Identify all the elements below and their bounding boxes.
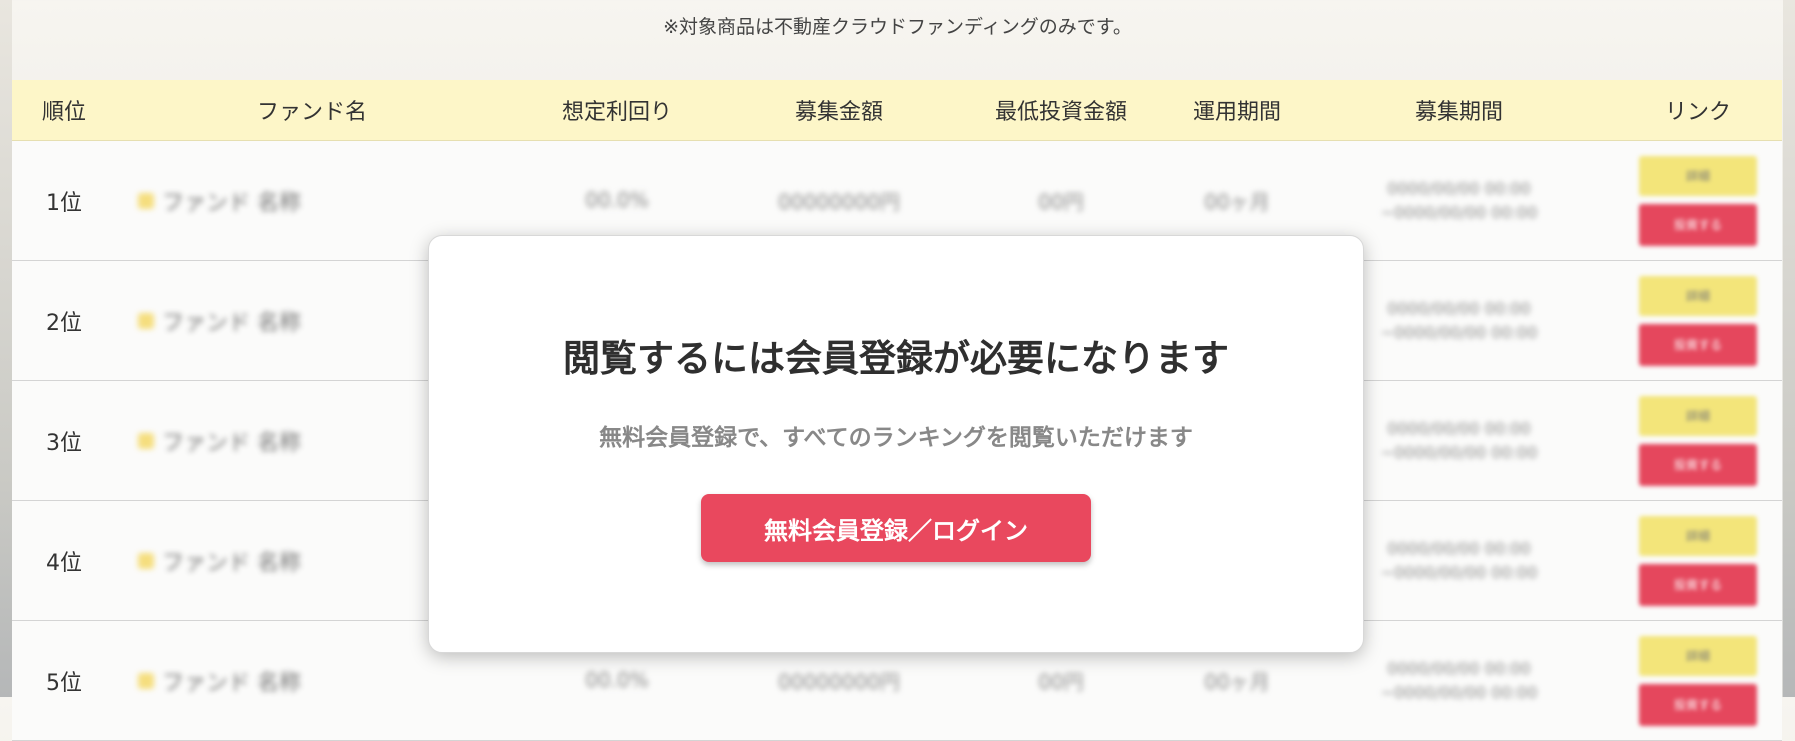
invest-button[interactable]: 投資する [1639, 443, 1757, 486]
min-investment-cell: 00円 [1038, 670, 1084, 694]
detail-button[interactable]: 詳細 [1639, 395, 1757, 436]
registration-modal: 閲覧するには会員登録が必要になります 無料会員登録で、すべてのランキングを閲覧い… [428, 235, 1364, 653]
invest-button[interactable]: 投資する [1639, 563, 1757, 606]
header-rank: 順位 [41, 100, 86, 125]
fund-name-cell[interactable]: ファンド 名称 [116, 665, 508, 697]
header-amount: 募集金額 [794, 100, 883, 125]
rank-cell: 2位 [46, 310, 82, 336]
invest-button[interactable]: 投資する [1639, 203, 1757, 246]
yield-cell: 00.0% [585, 188, 649, 212]
table-header: 順位 ファンド名 想定利回り 募集金額 最低投資金額 運用期間 募集期間 リンク [12, 80, 1782, 141]
link-cell: 詳細 投資する [1614, 155, 1782, 246]
fund-icon [138, 552, 154, 569]
header-recruit-period: 募集期間 [1414, 100, 1503, 125]
link-cell: 詳細 投資する [1614, 275, 1782, 366]
fund-name-cell[interactable]: ファンド 名称 [116, 185, 508, 217]
invest-button[interactable]: 投資する [1639, 323, 1757, 366]
fund-icon [138, 192, 154, 209]
amount-cell: 00000000円 [778, 190, 900, 214]
fund-name[interactable]: ファンド 名称 [162, 665, 301, 697]
fund-icon [138, 672, 154, 689]
yield-cell: 00.0% [585, 668, 649, 692]
fund-icon [138, 312, 154, 329]
register-login-button[interactable]: 無料会員登録／ログイン [701, 494, 1091, 562]
link-cell: 詳細 投資する [1614, 395, 1782, 486]
detail-button[interactable]: 詳細 [1639, 155, 1757, 196]
detail-button[interactable]: 詳細 [1639, 275, 1757, 316]
rank-cell: 5位 [46, 670, 82, 696]
min-investment-cell: 00円 [1038, 190, 1084, 214]
period-cell: 00ヶ月 [1204, 670, 1270, 694]
header-min-investment: 最低投資金額 [994, 100, 1127, 125]
background-right [1783, 0, 1795, 697]
fund-icon [138, 432, 154, 449]
fund-name[interactable]: ファンド 名称 [162, 305, 301, 337]
modal-title: 閲覧するには会員登録が必要になります [563, 337, 1229, 380]
recruit-period-cell: 0000/00/00 00:00 ~0000/00/00 00:00 [1380, 658, 1538, 702]
rank-cell: 4位 [46, 550, 82, 576]
invest-button[interactable]: 投資する [1639, 683, 1757, 726]
link-cell: 詳細 投資する [1614, 515, 1782, 606]
detail-button[interactable]: 詳細 [1639, 635, 1757, 676]
period-cell: 00ヶ月 [1204, 190, 1270, 214]
header-link: リンク [1664, 100, 1731, 125]
rank-cell: 3位 [46, 430, 82, 456]
fund-name[interactable]: ファンド 名称 [162, 545, 301, 577]
rank-cell: 1位 [46, 190, 82, 216]
header-fund-name: ファンド名 [256, 100, 367, 125]
fund-name[interactable]: ファンド 名称 [162, 185, 301, 217]
notice-text: ※対象商品は不動産クラウドファンディングのみです。 [663, 16, 1132, 38]
detail-button[interactable]: 詳細 [1639, 515, 1757, 556]
recruit-period-cell: 0000/00/00 00:00 ~0000/00/00 00:00 [1380, 178, 1538, 222]
fund-name[interactable]: ファンド 名称 [162, 425, 301, 457]
header-yield: 想定利回り [561, 100, 672, 125]
amount-cell: 00000000円 [778, 670, 900, 694]
header-period: 運用期間 [1192, 100, 1281, 125]
background-left [0, 0, 12, 697]
link-cell: 詳細 投資する [1614, 635, 1782, 726]
modal-subtitle: 無料会員登録で、すべてのランキングを閲覧いただけます [599, 425, 1193, 451]
